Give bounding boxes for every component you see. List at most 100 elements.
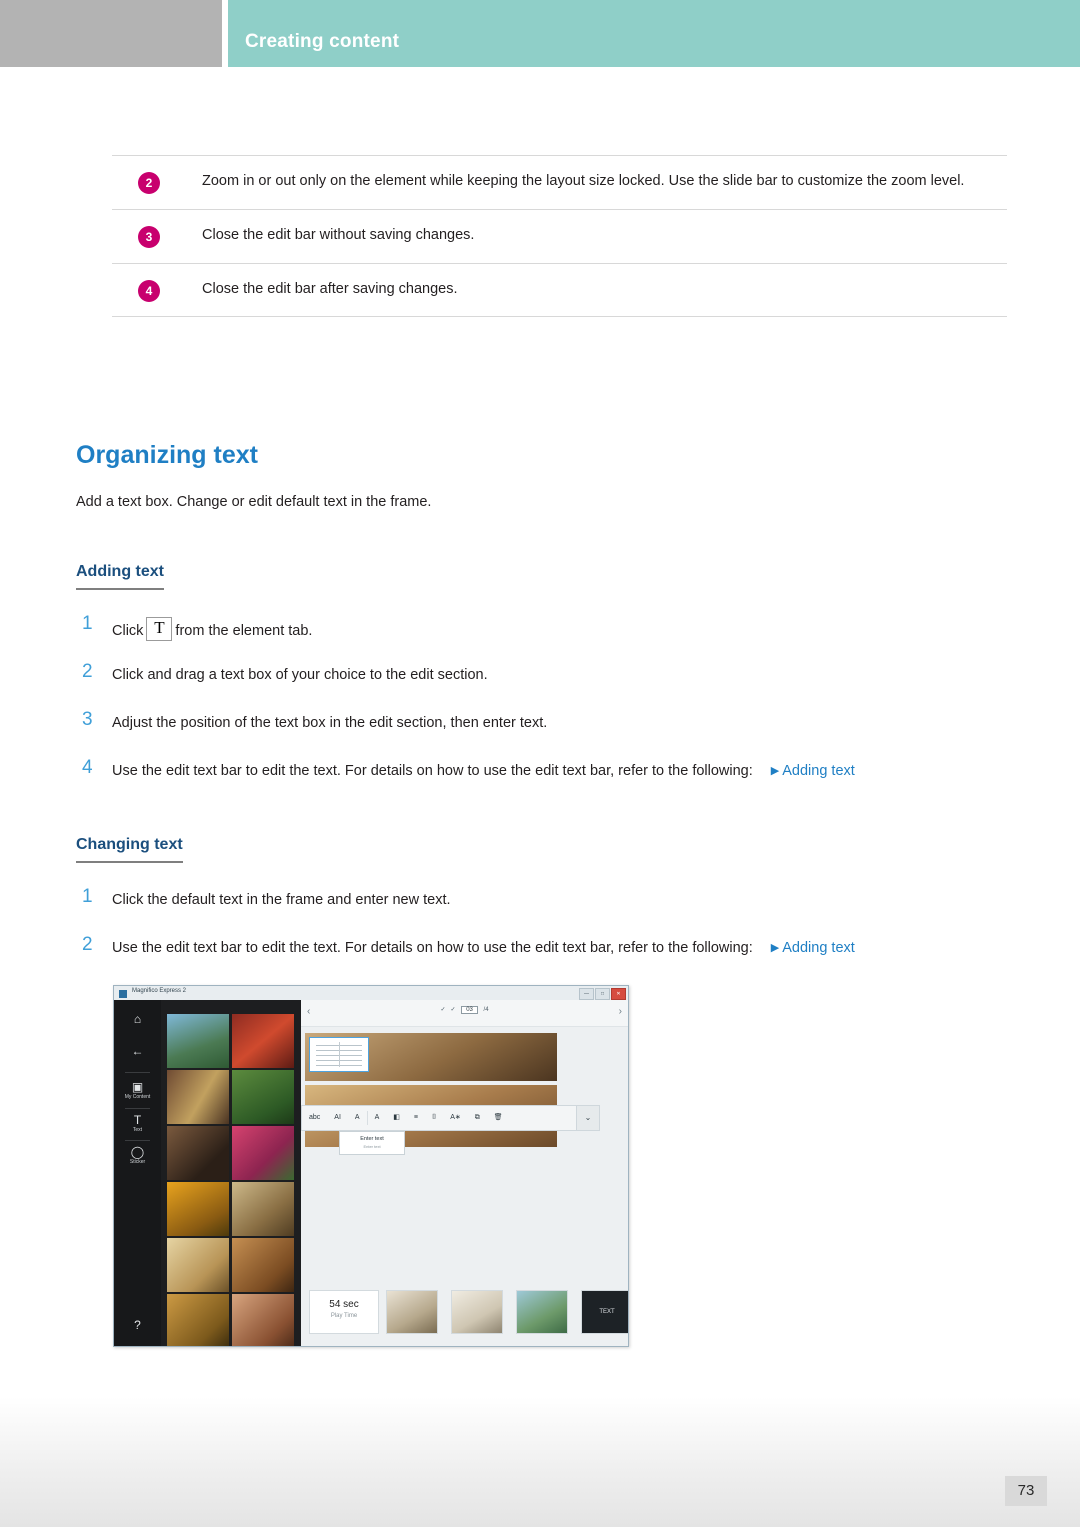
- rail-divider: [125, 1140, 150, 1141]
- rail-item-back[interactable]: ←: [114, 1044, 161, 1058]
- step-text-pre: Use the edit text bar to edit the text. …: [112, 940, 753, 956]
- subsection-heading-changing-text: Changing text: [76, 836, 183, 863]
- step-item: 4 Use the edit text bar to edit the text…: [76, 757, 996, 807]
- rail-item-home[interactable]: ⌂: [114, 1012, 161, 1026]
- callout-row: 3 Close the edit bar without saving chan…: [112, 209, 1007, 263]
- thumbnail-item[interactable]: [232, 1014, 294, 1068]
- thumbnail-item[interactable]: [167, 1070, 229, 1124]
- header-divider: [222, 0, 228, 67]
- strip-thumbnail[interactable]: [516, 1290, 568, 1334]
- thumbnail-item[interactable]: [232, 1238, 294, 1292]
- step-text: Adjust the position of the text box in t…: [112, 715, 548, 731]
- thumbnail-item[interactable]: [232, 1126, 294, 1180]
- current-page-field[interactable]: 03: [461, 1006, 478, 1014]
- step-text-pre: Click: [112, 623, 144, 639]
- step-number: 1: [82, 886, 93, 907]
- rail-item-sticker[interactable]: ◯ Sticker: [114, 1145, 161, 1165]
- thumbnail-item[interactable]: [167, 1238, 229, 1292]
- media-thumbnail-grid[interactable]: [161, 1000, 301, 1346]
- step-text: Click the default text in the frame and …: [112, 892, 451, 908]
- check-icon-1[interactable]: ✓: [440, 1007, 445, 1013]
- step-text: Click and drag a text box of your choice…: [112, 667, 488, 683]
- step-item: 1 Click the default text in the frame an…: [76, 886, 996, 936]
- rail-item-my-content[interactable]: ▣ My Content: [114, 1080, 161, 1100]
- app-logo-icon: [119, 989, 127, 998]
- enter-text-placeholder[interactable]: Enter text Enter text: [339, 1131, 405, 1155]
- step-number: 2: [82, 661, 93, 682]
- cross-reference-label: Adding text: [782, 763, 855, 779]
- cross-reference-link[interactable]: ▶ Adding text: [771, 763, 855, 779]
- edit-bar-button-highlight[interactable]: ◧: [386, 1107, 407, 1129]
- step-number: 3: [82, 709, 93, 730]
- edit-bar-button-abc[interactable]: abc: [302, 1107, 327, 1129]
- edit-canvas[interactable]: abc AI A A ◧ ≡ ⌷ A∗ ⧉ 🗑 ⌄ Enter text Ent…: [301, 1027, 628, 1276]
- home-icon: ⌂: [133, 1012, 142, 1026]
- callout-badge: 4: [138, 280, 160, 302]
- edit-bar-button-font[interactable]: A: [348, 1107, 367, 1129]
- edit-bar-button-ai[interactable]: AI: [327, 1107, 348, 1129]
- rail-divider: [125, 1072, 150, 1073]
- thumbnail-item[interactable]: [232, 1294, 294, 1346]
- step-text: Use the edit text bar to edit the text. …: [112, 936, 996, 960]
- cross-reference-link[interactable]: ▶ Adding text: [771, 940, 855, 956]
- minimize-button[interactable]: —: [579, 988, 594, 1000]
- edit-bar-button-font-size[interactable]: A∗: [443, 1107, 468, 1129]
- page-number: 73: [1005, 1476, 1047, 1506]
- step-number: 2: [82, 934, 93, 955]
- step-number: 1: [82, 613, 93, 634]
- callout-text: Zoom in or out only on the element while…: [202, 173, 965, 189]
- text-box-frame[interactable]: [309, 1037, 369, 1072]
- close-button[interactable]: ✕: [611, 988, 626, 1000]
- edit-bar-button-align[interactable]: ≡: [407, 1107, 425, 1129]
- step-text-pre: Use the edit text bar to edit the text. …: [112, 763, 753, 779]
- page-header: Creating content: [0, 0, 1080, 67]
- page-title: Creating content: [245, 31, 400, 52]
- triangle-right-icon: ▶: [770, 942, 780, 954]
- strip-thumbnail-text[interactable]: TEXT: [581, 1290, 628, 1334]
- step-text: Click Tfrom the element tab.: [112, 615, 996, 643]
- step-item: 2 Use the edit text bar to edit the text…: [76, 934, 996, 984]
- edit-bar-button-delete[interactable]: 🗑: [487, 1107, 510, 1129]
- step-item: 2 Click and drag a text box of your choi…: [76, 661, 996, 711]
- rail-divider: [125, 1108, 150, 1109]
- app-left-rail: ⌂ ← ▣ My Content T Text ◯ Sticker ?: [114, 1000, 161, 1346]
- text-tool-icon: T: [146, 617, 173, 641]
- section-title: Organizing text: [76, 441, 258, 469]
- window-controls: — □ ✕: [579, 988, 626, 1000]
- callout-table: 2 Zoom in or out only on the element whi…: [112, 155, 1007, 317]
- play-time-card: 54 sec Play Time: [309, 1290, 379, 1334]
- subsection-heading-adding-text: Adding text: [76, 563, 164, 590]
- maximize-button[interactable]: □: [595, 988, 610, 1000]
- section-intro: Add a text box. Change or edit default t…: [76, 494, 432, 510]
- app-top-toolbar: ‹ › ✓ ✓ 03 /4: [301, 1000, 628, 1027]
- thumbnail-item[interactable]: [167, 1014, 229, 1068]
- footer-gradient: [0, 1397, 1080, 1527]
- edit-text-bar[interactable]: abc AI A A ◧ ≡ ⌷ A∗ ⧉ 🗑 ⌄: [301, 1105, 600, 1131]
- steps-adding-text: 1 Click Tfrom the element tab. 2 Click an…: [76, 613, 996, 807]
- page-strip: 54 sec Play Time TEXT: [301, 1276, 628, 1346]
- callout-text: Close the edit bar after saving changes.: [202, 281, 458, 297]
- enter-text-line2: Enter text: [363, 1144, 381, 1149]
- back-arrow-icon: ←: [131, 1044, 144, 1058]
- edit-bar-button-text-color[interactable]: A: [368, 1107, 387, 1129]
- strip-thumbnail[interactable]: [386, 1290, 438, 1334]
- help-icon: ?: [134, 1318, 141, 1332]
- my-content-icon: ▣: [131, 1080, 144, 1094]
- edit-bar-button-layout[interactable]: ⌷: [425, 1107, 443, 1129]
- thumbnail-item[interactable]: [232, 1070, 294, 1124]
- rail-item-help[interactable]: ?: [114, 1318, 161, 1332]
- strip-thumbnail[interactable]: [451, 1290, 503, 1334]
- thumbnail-item[interactable]: [167, 1294, 229, 1346]
- rail-item-text[interactable]: T Text: [114, 1113, 161, 1133]
- callout-badge: 3: [138, 226, 160, 248]
- check-icon-2[interactable]: ✓: [450, 1007, 455, 1013]
- cross-reference-label: Adding text: [782, 940, 855, 956]
- steps-changing-text: 1 Click the default text in the frame an…: [76, 886, 996, 984]
- edit-bar-confirm-button[interactable]: ⌄: [576, 1106, 599, 1130]
- play-time-value: 54 sec: [329, 1299, 359, 1310]
- step-item: 3 Adjust the position of the text box in…: [76, 709, 996, 759]
- thumbnail-item[interactable]: [167, 1182, 229, 1236]
- thumbnail-item[interactable]: [232, 1182, 294, 1236]
- edit-bar-button-duplicate[interactable]: ⧉: [468, 1107, 487, 1129]
- thumbnail-item[interactable]: [167, 1126, 229, 1180]
